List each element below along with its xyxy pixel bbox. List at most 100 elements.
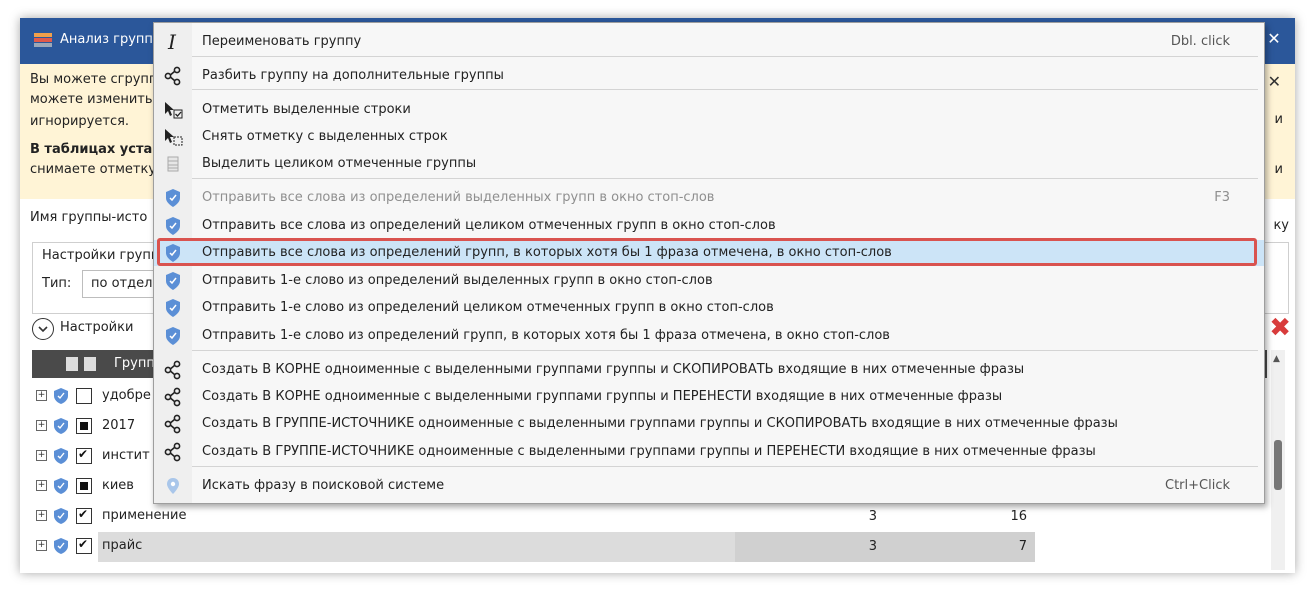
info-text-1: Вы можете сгрупп: [30, 72, 158, 87]
shield-icon[interactable]: [54, 478, 68, 494]
menu-item-label: Создать В КОРНЕ одноименные с выделенным…: [202, 362, 1025, 377]
row-checkbox[interactable]: [76, 478, 92, 494]
menu-item-mark[interactable]: Отметить выделенные строки: [154, 97, 1264, 123]
shield-icon[interactable]: [54, 418, 68, 434]
menu-item-label: Выделить целиком отмеченные группы: [202, 156, 477, 171]
window-title: Анализ групп: [60, 32, 153, 47]
svg-text:I: I: [167, 32, 177, 52]
group-name: прайс: [102, 538, 143, 553]
shield-icon: [162, 216, 184, 236]
share-icon: [162, 442, 184, 462]
share-icon: [162, 414, 184, 434]
source-group-label: Имя группы-исто: [30, 210, 148, 225]
expand-icon[interactable]: +: [36, 450, 47, 461]
menu-item-label: Переименовать группу: [202, 34, 362, 49]
menu-item-label: Создать В ГРУППЕ-ИСТОЧНИКЕ одноименные с…: [202, 416, 1118, 431]
expand-icon[interactable]: +: [36, 390, 47, 401]
info-text-bold: В таблицах устан: [30, 142, 162, 157]
row-checkbox[interactable]: [76, 388, 92, 404]
menu-item-label: Искать фразу в поисковой системе: [202, 478, 445, 493]
menu-item-label: Отправить все слова из определений выдел…: [202, 190, 715, 205]
menu-item-split[interactable]: Разбить группу на дополнительные группы: [154, 63, 1264, 89]
share-icon: [162, 66, 184, 86]
type-label: Тип:: [42, 276, 72, 291]
group-count-2: 7: [885, 532, 1035, 562]
group-count-1: 3: [868, 509, 877, 524]
menu-item-select-marked[interactable]: Выделить целиком отмеченные группы: [154, 151, 1264, 177]
menu-item-unmark[interactable]: Снять отметку с выделенных строк: [154, 124, 1264, 150]
row-checkbox[interactable]: [76, 507, 92, 524]
menu-item-label: Отправить 1-е слово из определений целик…: [202, 300, 774, 315]
cursor-check-icon: [162, 100, 184, 120]
settings-toggle-label[interactable]: Настройки: [60, 320, 133, 335]
shield-icon[interactable]: [54, 388, 68, 404]
group-count-2: 16: [1010, 509, 1027, 524]
menu-item-label: Отправить все слова из определений целик…: [202, 218, 776, 233]
grid-scrollbar[interactable]: ▲: [1271, 350, 1285, 570]
chevron-down-icon: [38, 326, 48, 333]
shield-icon[interactable]: [54, 538, 68, 554]
row-checkbox[interactable]: [76, 418, 92, 434]
group-name: 2017: [102, 418, 136, 433]
table-row[interactable]: + прайс 37: [32, 532, 1035, 562]
menu-item-stop-all-marked[interactable]: Отправить все слова из определений целик…: [154, 213, 1264, 239]
menu-separator: [192, 89, 1258, 90]
menu-item-rename[interactable]: I Переименовать группу Dbl. click: [154, 29, 1264, 55]
expand-icon[interactable]: +: [36, 480, 47, 491]
collapse-all-button[interactable]: [84, 357, 96, 371]
grid-header-groups[interactable]: Групп: [114, 356, 155, 371]
group-settings-label: Настройки групп: [40, 248, 162, 263]
menu-item-root-move[interactable]: Создать В КОРНЕ одноименные с выделенным…: [154, 384, 1264, 410]
map-pin-icon: [162, 476, 184, 496]
expand-icon[interactable]: +: [36, 540, 47, 551]
menu-item-label: Снять отметку с выделенных строк: [202, 129, 448, 144]
info-right-fragment-2: и: [1274, 162, 1283, 177]
menu-item-stop-first-marked[interactable]: Отправить 1-е слово из определений целик…: [154, 295, 1264, 321]
form-right-fragment: ку: [1273, 218, 1289, 233]
menu-item-shortcut: Dbl. click: [1170, 34, 1230, 49]
share-icon: [162, 387, 184, 407]
settings-toggle-button[interactable]: [32, 318, 54, 340]
group-name: инстит: [102, 448, 150, 463]
menu-item-source-copy[interactable]: Создать В ГРУППЕ-ИСТОЧНИКЕ одноименные с…: [154, 411, 1264, 437]
text-cursor-icon: I: [162, 30, 184, 54]
row-checkbox[interactable]: [76, 537, 92, 554]
menu-separator: [192, 56, 1258, 57]
menu-item-label: Создать В КОРНЕ одноименные с выделенным…: [202, 389, 1003, 404]
shield-icon[interactable]: [54, 448, 68, 464]
info-right-fragment-1: и: [1274, 112, 1283, 127]
group-name: применение: [102, 508, 187, 523]
menu-item-stop-all-selected[interactable]: Отправить все слова из определений выдел…: [154, 185, 1264, 211]
group-name: киев: [102, 478, 134, 493]
expand-all-button[interactable]: [66, 357, 78, 371]
menu-item-search[interactable]: Искать фразу в поисковой системе Ctrl+Cli…: [154, 473, 1264, 499]
info-text-5: снимаете отметку: [30, 162, 157, 177]
menu-item-label: Отметить выделенные строки: [202, 102, 411, 117]
table-row[interactable]: + применение 3 16: [32, 502, 1032, 532]
share-icon: [162, 360, 184, 380]
row-checkbox[interactable]: [76, 447, 92, 464]
menu-item-label: Отправить 1-е слово из определений групп…: [202, 328, 890, 343]
menu-item-root-copy[interactable]: Создать В КОРНЕ одноименные с выделенным…: [154, 357, 1264, 383]
menu-item-stop-first-selected[interactable]: Отправить 1-е слово из определений выдел…: [154, 268, 1264, 294]
delete-icon[interactable]: ✖: [1269, 313, 1291, 343]
scroll-thumb[interactable]: [1274, 440, 1282, 490]
menu-item-shortcut: Ctrl+Click: [1165, 478, 1230, 493]
menu-separator: [192, 178, 1258, 179]
app-icon: [34, 33, 52, 47]
menu-item-label: Создать В ГРУППЕ-ИСТОЧНИКЕ одноименные с…: [202, 444, 1096, 459]
menu-item-source-move[interactable]: Создать В ГРУППЕ-ИСТОЧНИКЕ одноименные с…: [154, 439, 1264, 465]
highlight-annotation: [157, 238, 1257, 266]
shield-icon: [162, 326, 184, 346]
info-text-2: можете изменить: [30, 92, 153, 107]
row-selection: [98, 532, 735, 562]
info-close-button[interactable]: ✕: [1268, 72, 1281, 91]
menu-separator: [192, 466, 1258, 467]
menu-item-stop-first-any[interactable]: Отправить 1-е слово из определений групп…: [154, 323, 1264, 349]
expand-icon[interactable]: +: [36, 510, 47, 521]
expand-icon[interactable]: +: [36, 420, 47, 431]
shield-icon: [162, 271, 184, 291]
menu-separator: [192, 350, 1258, 351]
scroll-up-icon[interactable]: ▲: [1273, 354, 1280, 364]
shield-icon[interactable]: [54, 508, 68, 524]
